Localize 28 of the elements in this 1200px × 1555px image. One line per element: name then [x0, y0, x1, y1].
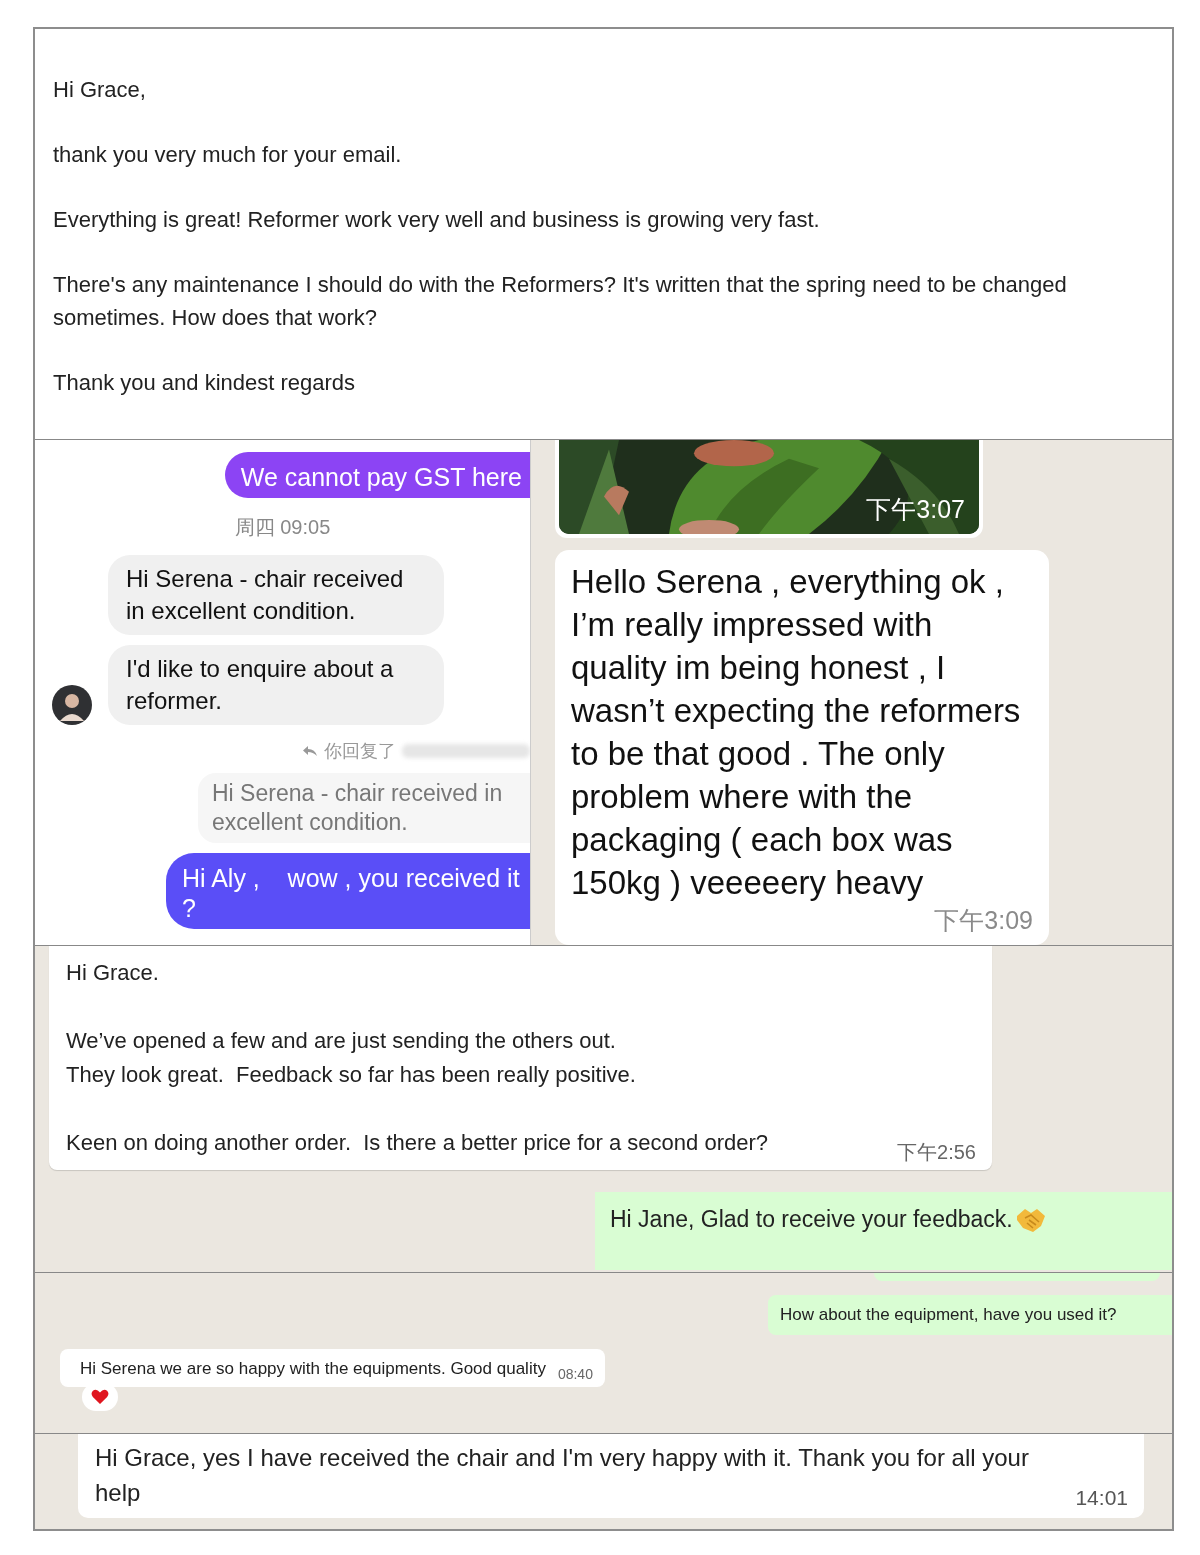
- message-bubble: Hi Serena - chair received in excellent condition.: [108, 555, 444, 635]
- timestamp: 下午3:09: [933, 905, 1033, 936]
- timestamp: 下午2:56: [897, 1140, 976, 1165]
- reply-label: 你回复了: [324, 740, 396, 763]
- message-bubble: We cannot pay GST here: [224, 452, 530, 498]
- handshake-icon: [1014, 1206, 1047, 1234]
- message-bubble: Hi Aly , wow , you received it ?: [166, 853, 530, 929]
- message-text: Hi Grace, yes I have received the chair and I'm very happy with it. Thank you for all your help: [95, 1443, 1030, 1508]
- timestamp: 08:40: [557, 1366, 593, 1382]
- timestamp: 14:01: [1075, 1486, 1128, 1510]
- email-paragraph: thank you very much for your email.: [53, 141, 403, 169]
- email-paragraph: Hi Grace,: [53, 76, 147, 104]
- message-text: Keen on doing another order. Is there a better price for a second order?: [66, 1129, 768, 1157]
- email-paragraph: There's any maintenance I should do with the Reformers? It's written that the spring need to be changed sometimes. How does that work?: [53, 271, 1068, 332]
- message-text: Hi Serena we are so happy with the equipments. Good quality: [80, 1359, 546, 1379]
- email-paragraph: Everything is great! Reformer work very well and business is growing very fast.: [53, 206, 821, 234]
- quoted-message: Hi Serena - chair received in excellent condition.: [198, 773, 530, 843]
- reply-icon: [302, 745, 318, 757]
- message-bubble: How about the equipment, have you used it?: [768, 1295, 1172, 1335]
- message-text: Hi Jane, Glad to receive your feedback.: [610, 1206, 1013, 1233]
- message-text: We’ve opened a few and are just sending the others out. They look great. Feedback so far has been really positive.: [66, 1027, 637, 1089]
- heart-icon: [91, 1389, 109, 1405]
- email-paragraph: Thank you and kindest regards: [53, 369, 357, 397]
- message-text: Hi Grace.: [66, 959, 160, 987]
- message-text: Hello Serena , everything ok , I’m really impressed with quality im being honest , I wasn’t expecting the reformers to be that good . The only problem where with the packaging ( each box was 150kg ) veeeeery heavy: [571, 562, 1022, 903]
- timestamp: 周四 09:05: [233, 515, 332, 540]
- timestamp: 下午3:07: [866, 494, 965, 525]
- message-bubble: I'd like to enquire about a reformer.: [108, 645, 444, 725]
